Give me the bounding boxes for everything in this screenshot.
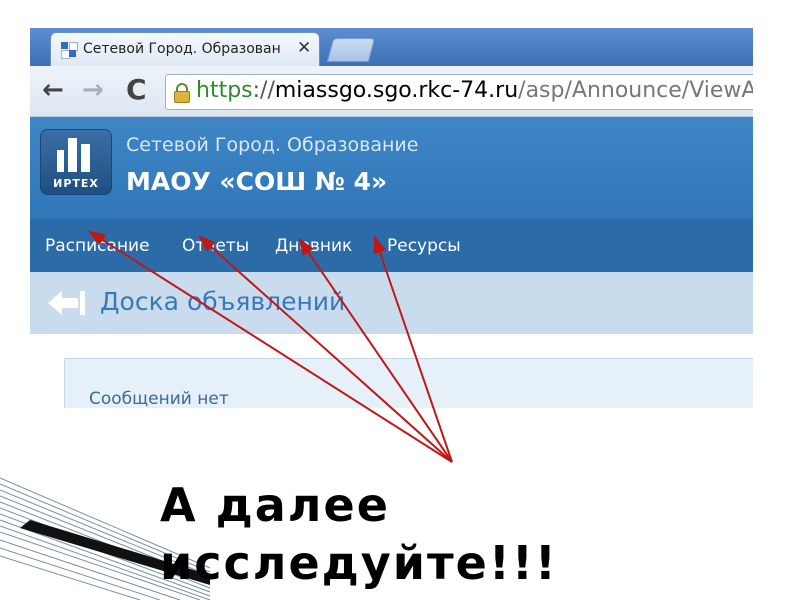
arrowhead-icon xyxy=(298,237,314,257)
arrowhead-icon xyxy=(373,235,386,255)
caption: А далее исследуйте!!! xyxy=(160,476,558,592)
caption-line-1: А далее xyxy=(160,478,390,532)
annotation-arrow-line xyxy=(89,231,453,463)
annotation-arrow-line xyxy=(299,239,453,463)
caption-line-2: исследуйте!!! xyxy=(160,536,558,590)
arrowhead-icon xyxy=(87,230,107,246)
